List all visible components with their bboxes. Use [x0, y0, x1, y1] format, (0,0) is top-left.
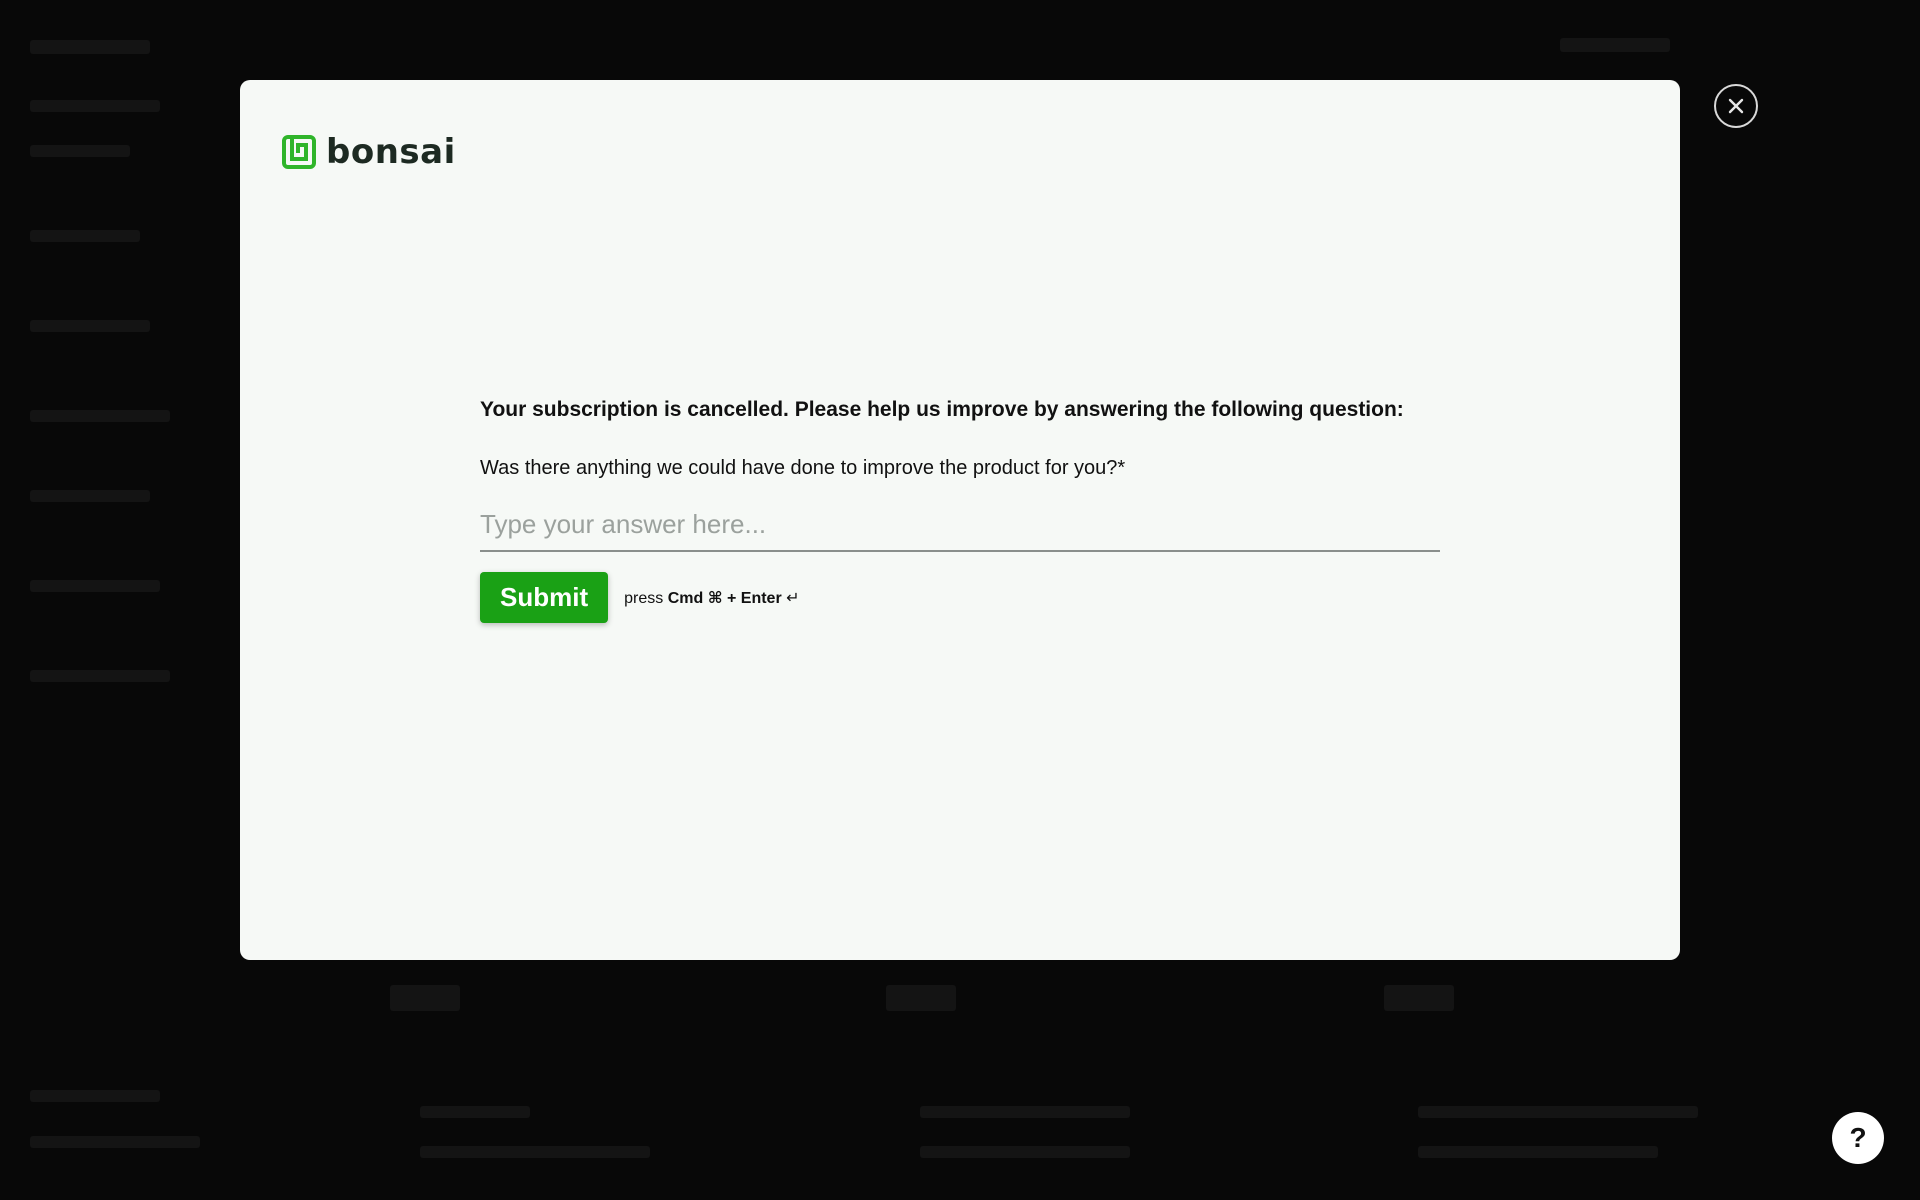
bonsai-logo: bonsai	[282, 132, 456, 172]
bonsai-wordmark: bonsai	[326, 132, 456, 172]
ghost-card-value	[1384, 985, 1454, 1011]
ghost-sidebar-item	[30, 410, 170, 422]
help-button[interactable]: ?	[1832, 1112, 1884, 1164]
submit-row: Submit press Cmd ⌘ + Enter ↵	[480, 572, 1440, 624]
ghost-card-value	[390, 985, 460, 1011]
ghost-sidebar-item	[30, 490, 150, 502]
ghost-card-line	[920, 1146, 1130, 1158]
ghost-sidebar-item	[30, 1136, 200, 1148]
ghost-sidebar-item	[30, 1090, 160, 1102]
close-button[interactable]	[1714, 84, 1758, 128]
ghost-sidebar-item	[30, 320, 150, 332]
close-icon	[1728, 98, 1744, 114]
ghost-sidebar-item	[30, 145, 130, 157]
ghost-sidebar-logo	[30, 40, 150, 54]
submit-button[interactable]: Submit	[480, 572, 609, 624]
ghost-card-line	[1418, 1106, 1698, 1118]
cancellation-survey-modal: bonsai Your subscription is cancelled. P…	[240, 80, 1680, 960]
ghost-sidebar-item	[30, 100, 160, 112]
survey-question: Was there anything we could have done to…	[480, 457, 1126, 480]
bonsai-logo-icon	[282, 135, 316, 169]
answer-input[interactable]	[480, 509, 1440, 553]
ghost-sidebar-item	[30, 580, 160, 592]
ghost-card-line	[420, 1106, 530, 1118]
ghost-card-line	[920, 1106, 1130, 1118]
ghost-sidebar-item	[30, 670, 170, 682]
ghost-card-line	[1418, 1146, 1658, 1158]
survey-headline: Your subscription is cancelled. Please h…	[480, 398, 1404, 421]
hint-prefix: press	[624, 589, 664, 607]
hint-keys: Cmd ⌘ + Enter	[667, 589, 782, 607]
survey-form: Your subscription is cancelled. Please h…	[480, 396, 1440, 624]
question-mark-icon: ?	[1849, 1122, 1867, 1153]
ghost-card-value	[886, 985, 956, 1011]
enter-icon: ↵	[786, 589, 800, 607]
ghost-header-item	[1560, 38, 1670, 52]
keyboard-hint: press Cmd ⌘ + Enter ↵	[624, 588, 799, 608]
ghost-card-line	[420, 1146, 650, 1158]
ghost-sidebar-item	[30, 230, 140, 242]
